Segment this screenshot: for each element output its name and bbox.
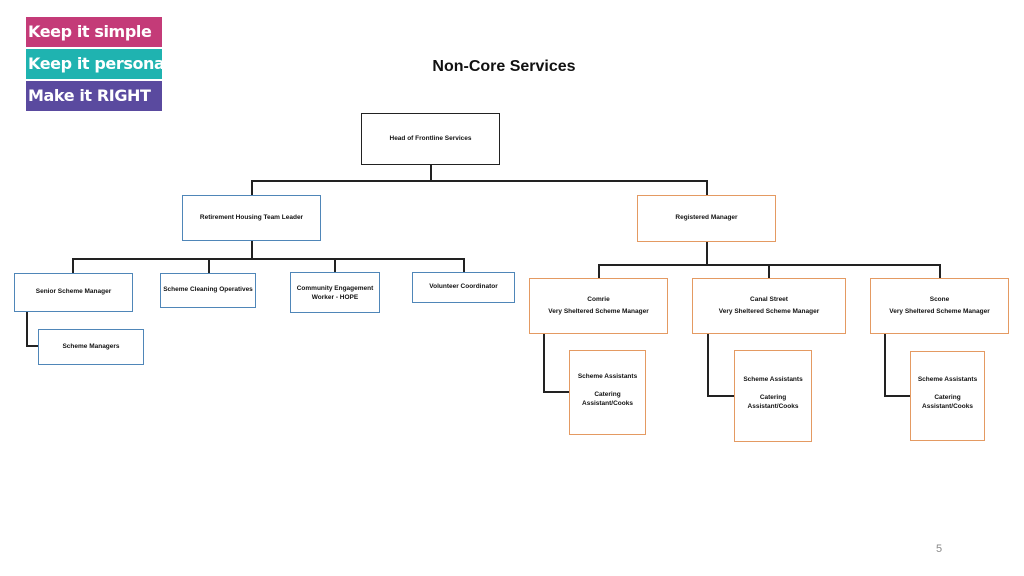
- node-label: Community Engagement: [296, 285, 374, 292]
- connector: [884, 333, 886, 396]
- org-node-head-of-frontline-services: Head of Frontline Services: [361, 113, 500, 165]
- connector: [26, 345, 38, 347]
- org-node-scone-scheme-manager: Scone Very Sheltered Scheme Manager: [870, 278, 1009, 334]
- node-label: Scheme Cleaning Operatives: [163, 286, 253, 293]
- node-label: Scheme Assistants: [577, 373, 638, 380]
- node-label: Volunteer Coordinator: [429, 283, 498, 290]
- connector: [884, 395, 910, 397]
- connector: [939, 264, 941, 278]
- org-node-senior-scheme-manager: Senior Scheme Manager: [14, 273, 133, 312]
- node-label: Retirement Housing Team Leader: [199, 213, 304, 221]
- org-node-community-engagement-worker: Community Engagement Worker - HOPE: [290, 272, 380, 313]
- node-label: Head of Frontline Services: [389, 134, 472, 142]
- org-node-comrie-assistants: Scheme Assistants Catering Assistant/Coo…: [569, 350, 646, 435]
- org-node-scheme-cleaning-operatives: Scheme Cleaning Operatives: [160, 273, 256, 308]
- connector: [706, 241, 708, 265]
- connector: [463, 258, 465, 272]
- connector: [72, 258, 74, 273]
- node-label: Very Sheltered Scheme Manager: [548, 307, 649, 315]
- node-label: Very Sheltered Scheme Manager: [889, 307, 990, 315]
- connector: [334, 258, 336, 272]
- node-label: Registered Manager: [675, 214, 738, 222]
- connector: [598, 264, 600, 278]
- connector: [768, 264, 770, 278]
- node-label: Scheme Assistants: [917, 376, 978, 383]
- connector: [543, 333, 545, 392]
- logo-line-keep-it-simple: Keep it simple: [26, 17, 162, 47]
- org-node-volunteer-coordinator: Volunteer Coordinator: [412, 272, 515, 303]
- node-label: Senior Scheme Manager: [35, 288, 112, 296]
- node-label: Assistant/Cooks: [747, 402, 799, 410]
- node-label: Worker - HOPE: [311, 293, 359, 301]
- connector: [251, 180, 253, 195]
- logo-line-keep-it-personal: Keep it personal: [26, 49, 162, 79]
- node-location: Comrie: [587, 295, 610, 303]
- page-title: Non-Core Services: [432, 58, 576, 75]
- connector: [251, 180, 707, 182]
- org-node-registered-manager: Registered Manager: [637, 195, 776, 242]
- node-label: Scheme Assistants: [743, 376, 803, 383]
- connector: [26, 311, 28, 346]
- org-node-canal-street-assistants: Scheme Assistants Catering Assistant/Coo…: [734, 350, 812, 442]
- org-node-comrie-scheme-manager: Comrie Very Sheltered Scheme Manager: [529, 278, 668, 334]
- connector: [543, 391, 569, 393]
- node-label: Assistant/Cooks: [922, 402, 973, 410]
- node-location: Canal Street: [750, 295, 788, 303]
- org-node-canal-street-scheme-manager: Canal Street Very Sheltered Scheme Manag…: [692, 278, 846, 334]
- node-label: Catering: [594, 390, 621, 398]
- connector: [707, 333, 709, 396]
- connector: [251, 240, 253, 259]
- connector: [208, 258, 210, 273]
- connector: [72, 258, 464, 260]
- org-node-scone-assistants: Scheme Assistants Catering Assistant/Coo…: [910, 351, 985, 441]
- node-label: Catering: [934, 393, 961, 401]
- logo-line-make-it-right: Make it RIGHT: [26, 81, 162, 111]
- node-label: Catering: [759, 393, 787, 401]
- node-label: Scheme Managers: [62, 342, 120, 350]
- connector: [706, 180, 708, 195]
- node-label: Assistant/Cooks: [582, 399, 633, 407]
- org-node-retirement-housing-team-leader: Retirement Housing Team Leader: [182, 195, 321, 241]
- page-number: 5: [936, 543, 943, 555]
- org-node-scheme-managers: Scheme Managers: [38, 329, 144, 365]
- node-location: Scone: [929, 295, 950, 303]
- connector: [707, 395, 734, 397]
- node-label: Very Sheltered Scheme Manager: [718, 307, 820, 315]
